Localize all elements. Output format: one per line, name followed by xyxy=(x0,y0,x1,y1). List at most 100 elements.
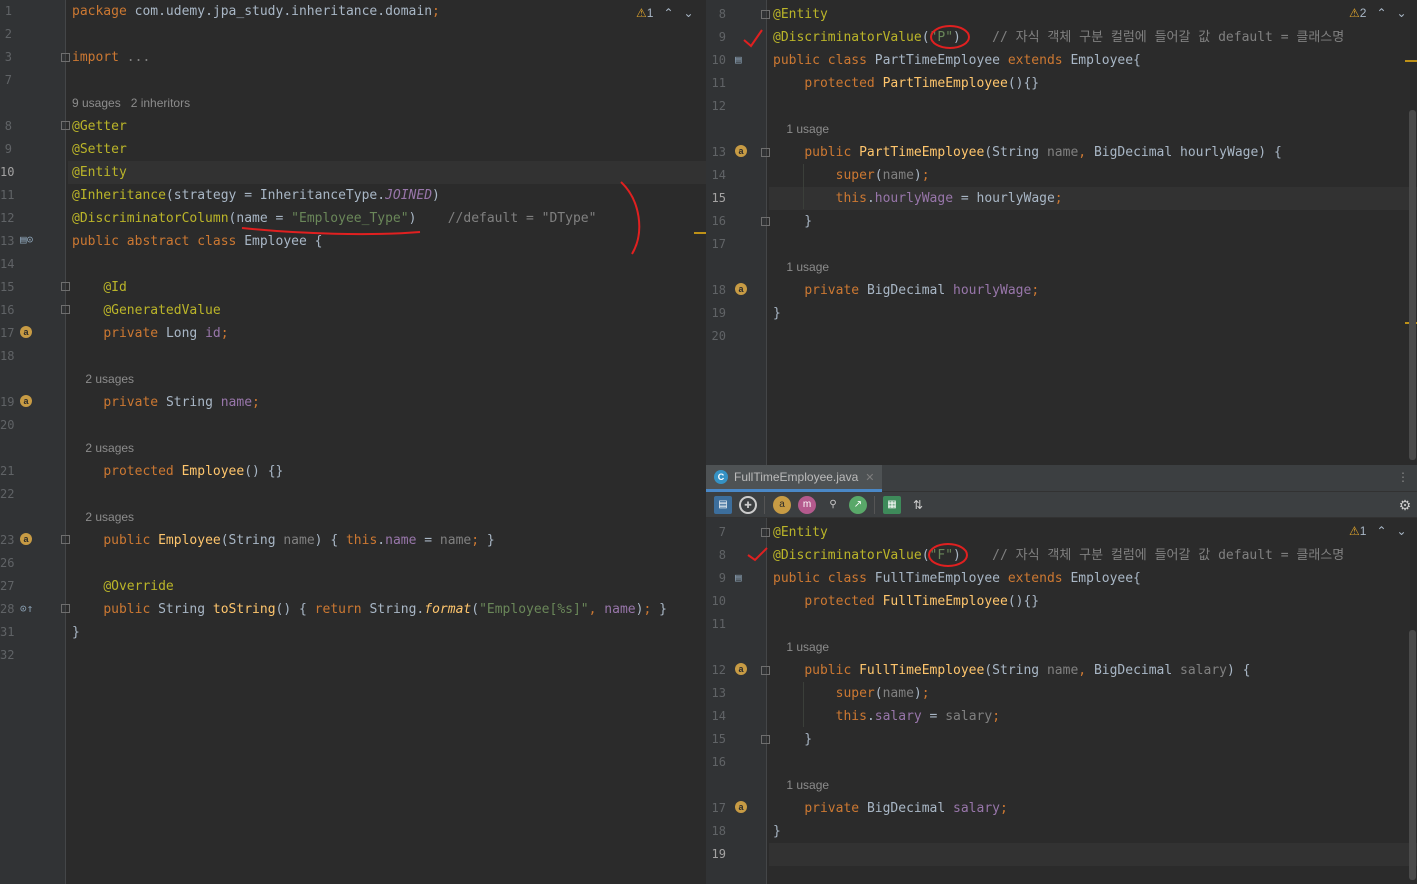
line-number[interactable]: 19 xyxy=(0,391,14,414)
code-line[interactable]: public FullTimeEmployee(String name, Big… xyxy=(773,659,1250,682)
structure-icon[interactable]: ▤ xyxy=(714,496,732,514)
usage-hint[interactable]: 1 usage xyxy=(773,118,829,141)
code-line[interactable]: private String name; xyxy=(72,391,260,414)
line-number[interactable]: 3 xyxy=(0,46,12,69)
code-line[interactable]: } xyxy=(773,728,812,751)
line-number[interactable]: 18 xyxy=(706,279,726,302)
code-line[interactable]: super(name); xyxy=(773,164,930,187)
method-filter-icon[interactable]: m xyxy=(798,496,816,514)
line-number[interactable]: 8 xyxy=(706,3,726,26)
line-number[interactable]: 23 xyxy=(0,529,14,552)
code-line[interactable]: public PartTimeEmployee(String name, Big… xyxy=(773,141,1281,164)
line-number[interactable]: 14 xyxy=(706,705,726,728)
fold-icon[interactable] xyxy=(761,10,770,19)
code-line[interactable]: @Entity xyxy=(773,521,828,544)
implemented-icon[interactable]: ▤⊙ xyxy=(20,233,33,246)
left-editor[interactable]: 1 package com.udemy.jpa_study.inheritance… xyxy=(0,0,706,884)
field-icon[interactable]: a xyxy=(20,395,32,407)
override-icon[interactable]: ⊙↑ xyxy=(20,602,33,615)
line-number[interactable]: 19 xyxy=(706,302,726,325)
code-line[interactable]: protected PartTimeEmployee(){} xyxy=(773,72,1039,95)
fold-icon[interactable] xyxy=(761,735,770,744)
code-line[interactable]: @DiscriminatorValue("F") // 자식 객체 구분 컬럼에… xyxy=(773,544,1344,567)
field-icon[interactable]: a xyxy=(20,533,32,545)
prev-highlight-icon[interactable]: ⌃ xyxy=(1376,6,1386,20)
line-number[interactable]: 21 xyxy=(0,460,14,483)
line-number[interactable]: 14 xyxy=(706,164,726,187)
sort-icon[interactable]: ⇅ xyxy=(909,496,927,514)
code-line[interactable]: @DiscriminatorColumn(name = "Employee_Ty… xyxy=(72,207,596,230)
top-right-stripe-mark[interactable] xyxy=(1405,60,1417,62)
usage-hint[interactable]: 1 usage xyxy=(773,774,829,797)
line-number[interactable]: 18 xyxy=(706,820,726,843)
code-line[interactable]: } xyxy=(773,302,781,325)
code-line[interactable]: this.salary = salary; xyxy=(773,705,1000,728)
code-line[interactable]: @Inheritance(strategy = InheritanceType.… xyxy=(72,184,440,207)
line-number[interactable]: 15 xyxy=(706,728,726,751)
line-number[interactable]: 26 xyxy=(0,552,14,575)
left-error-stripe-mark[interactable] xyxy=(694,232,706,234)
code-line[interactable]: @Entity xyxy=(72,161,127,184)
prev-highlight-icon[interactable]: ⌃ xyxy=(663,6,673,20)
line-number[interactable]: 12 xyxy=(706,659,726,682)
top-right-inspection-status[interactable]: ⚠2 ⌃ ⌄ xyxy=(1349,5,1407,21)
usage-hint[interactable]: 2 usages xyxy=(72,506,134,529)
fold-icon[interactable] xyxy=(761,217,770,226)
code-line[interactable]: @Override xyxy=(72,575,173,598)
line-number[interactable]: 7 xyxy=(706,521,726,544)
line-number[interactable]: 13 xyxy=(706,141,726,164)
code-line[interactable]: private BigDecimal salary; xyxy=(773,797,1008,820)
code-line[interactable]: } xyxy=(72,621,80,644)
line-number[interactable]: 22 xyxy=(0,483,14,506)
line-number[interactable]: 10 xyxy=(706,49,726,72)
line-number[interactable]: 1 xyxy=(0,0,12,23)
line-number[interactable]: 14 xyxy=(0,253,14,276)
more-tabs-icon[interactable]: ⋮ xyxy=(1397,470,1409,484)
field-icon[interactable]: a xyxy=(735,801,747,813)
fold-icon[interactable] xyxy=(761,528,770,537)
code-line[interactable]: package com.udemy.jpa_study.inheritance.… xyxy=(72,0,440,23)
fold-icon[interactable] xyxy=(761,666,770,675)
usage-hint[interactable]: 1 usage xyxy=(773,636,829,659)
line-number[interactable]: 20 xyxy=(0,414,14,437)
line-number[interactable]: 18 xyxy=(0,345,14,368)
line-number[interactable]: 17 xyxy=(0,322,14,345)
line-number[interactable]: 15 xyxy=(706,187,726,210)
fold-icon[interactable] xyxy=(61,305,70,314)
line-number[interactable]: 8 xyxy=(706,544,726,567)
code-line[interactable]: @DiscriminatorValue("P") // 자식 객체 구분 컬럼에… xyxy=(773,26,1344,49)
tab-fulltimeemployee[interactable]: C FullTimeEmployee.java ✕ xyxy=(706,465,883,492)
left-inspection-status[interactable]: ⚠1 ⌃ ⌄ xyxy=(636,5,694,21)
code-line[interactable]: public class PartTimeEmployee extends Em… xyxy=(773,49,1141,72)
code-line[interactable]: super(name); xyxy=(773,682,930,705)
field-filter-icon[interactable]: a xyxy=(773,496,791,514)
next-highlight-icon[interactable]: ⌄ xyxy=(1397,6,1407,20)
line-number[interactable]: 12 xyxy=(706,95,726,118)
code-line[interactable]: public Employee(String name) { this.name… xyxy=(72,529,494,552)
usage-hint[interactable]: 2 usages xyxy=(72,437,134,460)
line-number[interactable]: 12 xyxy=(0,207,14,230)
field-icon[interactable]: a xyxy=(735,145,747,157)
code-line[interactable]: public String toString() { return String… xyxy=(72,598,667,621)
code-line[interactable]: @Setter xyxy=(72,138,127,161)
line-number[interactable]: 11 xyxy=(706,613,726,636)
fold-icon[interactable] xyxy=(61,53,70,62)
line-number[interactable]: 28 xyxy=(0,598,14,621)
line-number[interactable]: 8 xyxy=(0,115,12,138)
code-line[interactable]: import ... xyxy=(72,46,150,69)
properties-icon[interactable]: ⚲ xyxy=(824,496,842,514)
line-number[interactable]: 27 xyxy=(0,575,14,598)
line-number[interactable]: 15 xyxy=(0,276,14,299)
anonymous-icon[interactable]: ▦ xyxy=(883,496,901,514)
code-line[interactable]: @Id xyxy=(72,276,126,299)
line-number[interactable]: 19 xyxy=(706,843,726,866)
line-number[interactable]: 7 xyxy=(0,69,12,92)
fold-icon[interactable] xyxy=(61,604,70,613)
prev-highlight-icon[interactable]: ⌃ xyxy=(1376,524,1386,538)
inherited-icon[interactable]: ↗ xyxy=(849,496,867,514)
database-icon[interactable]: ▤ xyxy=(735,571,742,584)
line-number[interactable]: 17 xyxy=(706,233,726,256)
line-number[interactable]: 13 xyxy=(0,230,14,253)
field-icon[interactable]: a xyxy=(735,663,747,675)
fold-icon[interactable] xyxy=(61,535,70,544)
